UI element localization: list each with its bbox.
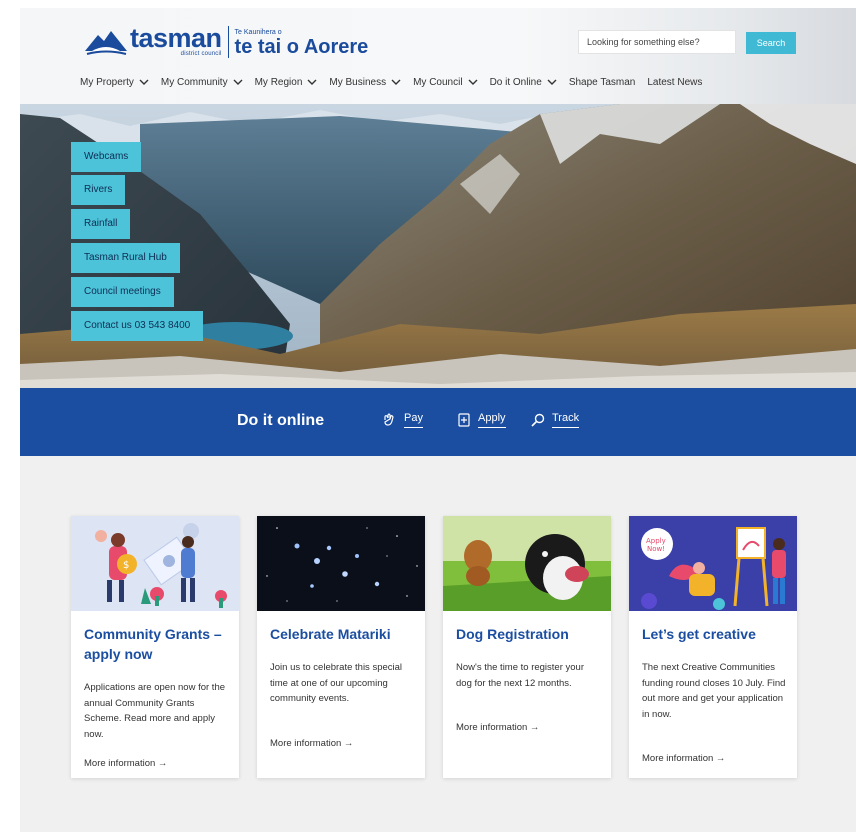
quick-link-council-meetings[interactable]: Council meetings: [71, 277, 174, 307]
card-more-link[interactable]: More information →: [456, 722, 539, 733]
nav-item-latest-news[interactable]: Latest News: [647, 77, 702, 88]
track-magnifier-icon: [531, 413, 545, 427]
card-more-link[interactable]: More information →: [642, 753, 725, 764]
site-logo[interactable]: tasman district council Te Kaunihera o t…: [84, 22, 368, 62]
quick-link-webcams[interactable]: Webcams: [71, 142, 142, 172]
nav-item-my-community[interactable]: My Community: [161, 77, 243, 88]
chevron-down-icon: [547, 79, 557, 85]
card-body: Applications are open now for the annual…: [84, 682, 226, 740]
do-it-online-bar: Do it online Pay Apply Track: [20, 388, 856, 456]
nav-item-label: My Region: [254, 76, 303, 88]
quick-link-rivers[interactable]: Rivers: [71, 175, 126, 205]
logo-subtitle: district council: [180, 51, 222, 57]
chevron-down-icon: [233, 79, 243, 85]
mountain-logo-icon: [85, 31, 127, 55]
nav-item-label: My Community: [160, 76, 228, 88]
nav-item-label: Do it Online: [489, 76, 542, 88]
nav-item-do-it-online[interactable]: Do it Online: [490, 77, 557, 88]
pay-hand-icon: [384, 413, 394, 426]
nav-item-my-council[interactable]: My Council: [413, 76, 478, 88]
site-header: tasman district council Te Kaunihera o t…: [20, 8, 856, 104]
card-title[interactable]: Celebrate Matariki: [270, 624, 418, 644]
nav-item-label: My Council: [413, 76, 463, 88]
nav-item-label: Shape Tasman: [568, 76, 636, 88]
logo-divider: [227, 26, 229, 58]
card-title[interactable]: Let’s get creative: [642, 624, 790, 644]
nav-item-my-property[interactable]: My Property: [80, 77, 149, 88]
apply-label: Apply: [478, 412, 506, 428]
nav-item-label: Latest News: [647, 76, 703, 88]
search-input[interactable]: Looking for something else?: [578, 30, 736, 54]
quick-link-rainfall[interactable]: Rainfall: [71, 209, 131, 239]
do-it-online-title: Do it online: [237, 412, 325, 429]
matariki-star-cluster: [257, 516, 425, 611]
nav-item-my-business[interactable]: My Business: [329, 77, 401, 88]
apply-document-icon: [458, 413, 470, 427]
card-community-grants[interactable]: $ Community Grants – apply now Applicati…: [71, 516, 239, 778]
card-body: Join us to celebrate this special time a…: [270, 662, 403, 704]
logo-name: tasman: [130, 23, 222, 53]
page: tasman district council Te Kaunihera o t…: [20, 8, 856, 832]
pay-link[interactable]: Pay: [382, 412, 423, 428]
nav-item-shape-tasman[interactable]: Shape Tasman: [569, 77, 636, 88]
nav-item-my-region[interactable]: My Region: [255, 77, 318, 88]
community-grants-illustration: $: [71, 516, 239, 611]
dogs-in-grass-photo: [443, 516, 611, 611]
quick-link-tasman-rural-hub[interactable]: Tasman Rural Hub: [71, 243, 180, 273]
hero-banner: Webcams Rivers Rainfall Tasman Rural Hub Cou…: [20, 104, 856, 392]
card-body: Now's the time to register your dog for …: [456, 662, 584, 689]
search-button[interactable]: Search: [746, 32, 796, 54]
svg-text:Now!: Now!: [647, 545, 665, 553]
card-title[interactable]: Dog Registration: [456, 624, 604, 644]
svg-text:Apply: Apply: [646, 537, 666, 545]
main-nav: My Property My Community My Region My Busin…: [80, 74, 702, 90]
nav-item-label: My Property: [80, 76, 134, 88]
card-more-link[interactable]: More information →: [84, 758, 167, 769]
quick-link-contact-us-03-543-8400[interactable]: Contact us 03 543 8400: [71, 311, 204, 341]
card-matariki[interactable]: Celebrate Matariki Join us to celebrate …: [257, 516, 425, 778]
chevron-down-icon: [468, 79, 478, 85]
chevron-down-icon: [139, 79, 149, 85]
track-label: Track: [552, 412, 580, 428]
apply-link[interactable]: Apply: [456, 412, 506, 428]
logo-maori-name: te tai o Aorere: [234, 35, 369, 58]
track-link[interactable]: Track: [530, 412, 580, 428]
creative-communities-illustration: Apply Now!: [629, 516, 797, 611]
card-dog-registration[interactable]: Dog Registration Now's the time to regis…: [443, 516, 611, 778]
svg-text:$: $: [123, 560, 129, 571]
card-more-link[interactable]: More information →: [270, 738, 353, 749]
card-body: The next Creative Communities funding ro…: [642, 662, 786, 720]
nav-item-label: My Business: [329, 76, 387, 88]
chevron-down-icon: [391, 79, 401, 85]
card-lets-get-creative[interactable]: Apply Now! Let’s get creative The next C…: [629, 516, 797, 778]
chevron-down-icon: [307, 79, 317, 85]
card-title[interactable]: Community Grants – apply now: [84, 624, 232, 664]
pay-label: Pay: [404, 412, 423, 428]
